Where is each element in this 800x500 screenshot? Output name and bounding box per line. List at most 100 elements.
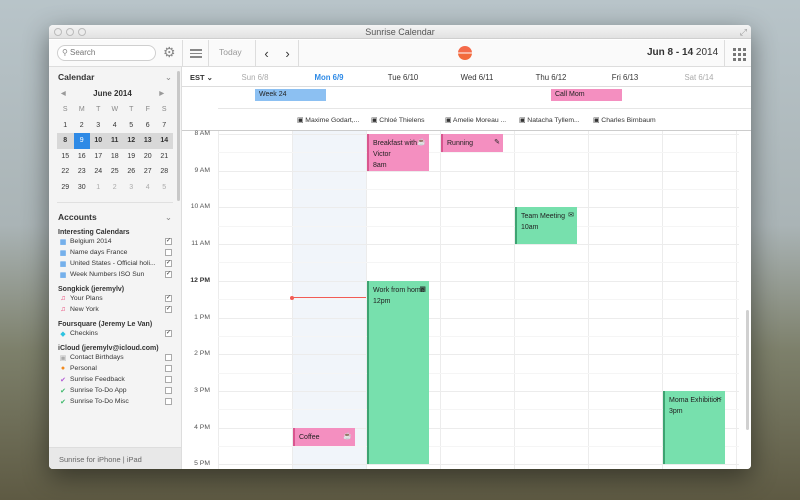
time-grid-scrollbar[interactable] bbox=[746, 310, 749, 430]
mini-calendar-day[interactable]: 9 bbox=[73, 133, 90, 149]
visibility-checkbox[interactable] bbox=[165, 387, 172, 394]
mini-calendar-prev-icon[interactable]: ◀ bbox=[61, 89, 66, 99]
mini-calendar-day[interactable]: 26 bbox=[123, 164, 140, 180]
visibility-checkbox[interactable] bbox=[165, 398, 172, 405]
calendar-event[interactable]: Running ✎ bbox=[441, 134, 503, 153]
chevron-down-icon[interactable]: ⌄ bbox=[165, 72, 172, 83]
visibility-checkbox[interactable] bbox=[165, 365, 172, 372]
calendar-list-item[interactable]: ▣ Contact Birthdays bbox=[59, 352, 172, 363]
all-day-event[interactable]: Week 24 bbox=[255, 89, 326, 101]
mini-calendar-day[interactable]: 17 bbox=[90, 149, 107, 165]
mini-calendar-day[interactable]: 15 bbox=[57, 149, 74, 165]
next-week-button[interactable]: › bbox=[285, 46, 289, 61]
mini-calendar-day[interactable]: 14 bbox=[156, 133, 173, 149]
calendar-list-item[interactable]: ✔ Sunrise To-Do App bbox=[59, 385, 172, 396]
search-box[interactable]: ⚲ bbox=[57, 45, 156, 61]
mini-calendar-day[interactable]: 1 bbox=[90, 180, 107, 196]
day-header[interactable]: Tue 6/10 bbox=[366, 73, 440, 82]
mini-calendar-day[interactable]: 7 bbox=[156, 118, 173, 134]
day-header[interactable]: Sun 6/8 bbox=[218, 73, 292, 82]
sidebar-footer[interactable]: Sunrise for iPhone | iPad bbox=[49, 447, 181, 469]
minimize-window-button[interactable] bbox=[66, 28, 74, 36]
calendar-event[interactable]: Breakfast with Victor 8am ☕ bbox=[367, 134, 429, 171]
timezone-selector[interactable]: EST ⌄ bbox=[190, 73, 213, 82]
mobile-apps-link[interactable]: Sunrise for iPhone | iPad bbox=[59, 455, 142, 464]
visibility-checkbox[interactable] bbox=[165, 354, 172, 361]
calendar-event[interactable]: Team Meeting 10am ✉ bbox=[515, 207, 577, 245]
visibility-checkbox[interactable] bbox=[165, 249, 172, 256]
mini-calendar-day[interactable]: 18 bbox=[107, 149, 124, 165]
mini-calendar-day[interactable]: 4 bbox=[107, 118, 124, 134]
half-hour-line bbox=[218, 299, 739, 301]
calendar-list-item[interactable]: ● Personal bbox=[59, 363, 172, 374]
visibility-checkbox[interactable] bbox=[165, 376, 172, 383]
mini-calendar-day[interactable]: 4 bbox=[140, 180, 157, 196]
sidebar-toggle-button[interactable] bbox=[182, 40, 209, 67]
calendar-list-item[interactable]: ▦ United States - Official holi... ✓ bbox=[59, 258, 172, 269]
mini-calendar-next-icon[interactable]: ▶ bbox=[159, 89, 164, 99]
calendar-list-item[interactable]: ♫ New York ✓ bbox=[59, 304, 172, 315]
all-day-event[interactable]: Call Mom bbox=[551, 89, 622, 101]
fullscreen-icon[interactable]: ⤢ bbox=[740, 25, 747, 39]
mini-calendar-day[interactable]: 30 bbox=[74, 180, 91, 196]
mini-calendar-day[interactable]: 3 bbox=[123, 180, 140, 196]
mini-calendar-day[interactable]: 8 bbox=[57, 133, 74, 149]
half-hour-line bbox=[218, 409, 739, 411]
mini-calendar-day[interactable]: 6 bbox=[140, 118, 157, 134]
today-button[interactable]: Today bbox=[219, 47, 242, 57]
mini-calendar-day[interactable]: 27 bbox=[140, 164, 157, 180]
participants-row: ▣ Maxime Godart,... ▣ Chloé Thielens ▣ Ame… bbox=[182, 109, 751, 131]
calendar-list-item[interactable]: ▦ Name days France bbox=[59, 247, 172, 258]
mini-calendar-day[interactable]: 23 bbox=[74, 164, 91, 180]
mini-calendar-day[interactable]: 29 bbox=[57, 180, 74, 196]
mini-calendar-day[interactable]: 21 bbox=[156, 149, 173, 165]
calendar-section-header[interactable]: Calendar ⌄ bbox=[49, 67, 181, 83]
calendar-list-item[interactable]: ▦ Week Numbers ISO Sun ✓ bbox=[59, 269, 172, 280]
calendar-list-item[interactable]: ▦ Belgium 2014 ✓ bbox=[59, 236, 172, 247]
visibility-checkbox[interactable]: ✓ bbox=[165, 271, 172, 278]
visibility-checkbox[interactable]: ✓ bbox=[165, 238, 172, 245]
mini-calendar-day[interactable]: 22 bbox=[57, 164, 74, 180]
mini-calendar-day[interactable]: 25 bbox=[107, 164, 124, 180]
mini-calendar-day[interactable]: 12 bbox=[123, 133, 140, 149]
mini-calendar-day[interactable]: 1 bbox=[57, 118, 74, 134]
day-header[interactable]: Mon 6/9 bbox=[292, 73, 366, 82]
mini-calendar-day[interactable]: 10 bbox=[90, 133, 107, 149]
chevron-down-icon[interactable]: ⌄ bbox=[165, 212, 172, 223]
mini-calendar-day[interactable]: 5 bbox=[156, 180, 173, 196]
mini-calendar-day[interactable]: 19 bbox=[123, 149, 140, 165]
day-header[interactable]: Wed 6/11 bbox=[440, 73, 514, 82]
calendar-list-item[interactable]: ♫ Your Plans ✓ bbox=[59, 293, 172, 304]
mini-calendar-day[interactable]: 24 bbox=[90, 164, 107, 180]
visibility-checkbox[interactable]: ✓ bbox=[165, 306, 172, 313]
calendar-list-item[interactable]: ✔ Sunrise To-Do Misc bbox=[59, 396, 172, 407]
calendar-list-item[interactable]: ◆ Checkins ✓ bbox=[59, 328, 172, 339]
close-window-button[interactable] bbox=[54, 28, 62, 36]
zoom-window-button[interactable] bbox=[78, 28, 86, 36]
search-input[interactable] bbox=[70, 48, 150, 57]
day-header[interactable]: Fri 6/13 bbox=[588, 73, 662, 82]
mini-calendar-day[interactable]: 20 bbox=[140, 149, 157, 165]
mini-calendar-day[interactable]: 5 bbox=[123, 118, 140, 134]
visibility-checkbox[interactable]: ✓ bbox=[165, 260, 172, 267]
calendar-event[interactable]: Moma Exhibition 3pm ✂ bbox=[663, 390, 725, 465]
previous-week-button[interactable]: ‹ bbox=[264, 46, 268, 61]
calendar-event[interactable]: Coffee ☕ bbox=[293, 427, 355, 446]
mini-calendar-day[interactable]: 28 bbox=[156, 164, 173, 180]
visibility-checkbox[interactable]: ✓ bbox=[165, 295, 172, 302]
calendar-list-item[interactable]: ✔ Sunrise Feedback bbox=[59, 374, 172, 385]
mini-calendar-day[interactable]: 2 bbox=[74, 118, 91, 134]
day-header[interactable]: Thu 6/12 bbox=[514, 73, 588, 82]
mini-calendar-day[interactable]: 2 bbox=[107, 180, 124, 196]
accounts-section-header[interactable]: Accounts ⌄ bbox=[49, 203, 181, 223]
sidebar-scrollbar[interactable] bbox=[177, 71, 180, 201]
visibility-checkbox[interactable]: ✓ bbox=[165, 330, 172, 337]
mini-calendar-day[interactable]: 11 bbox=[106, 133, 123, 149]
apps-grid-icon[interactable] bbox=[724, 40, 751, 67]
calendar-event[interactable]: Work from home 12pm ▦ bbox=[367, 280, 429, 465]
gear-icon[interactable]: ⚙ bbox=[163, 44, 176, 61]
mini-calendar-day[interactable]: 13 bbox=[139, 133, 156, 149]
mini-calendar-day[interactable]: 3 bbox=[90, 118, 107, 134]
mini-calendar-day[interactable]: 16 bbox=[74, 149, 91, 165]
day-header[interactable]: Sat 6/14 bbox=[662, 73, 736, 82]
